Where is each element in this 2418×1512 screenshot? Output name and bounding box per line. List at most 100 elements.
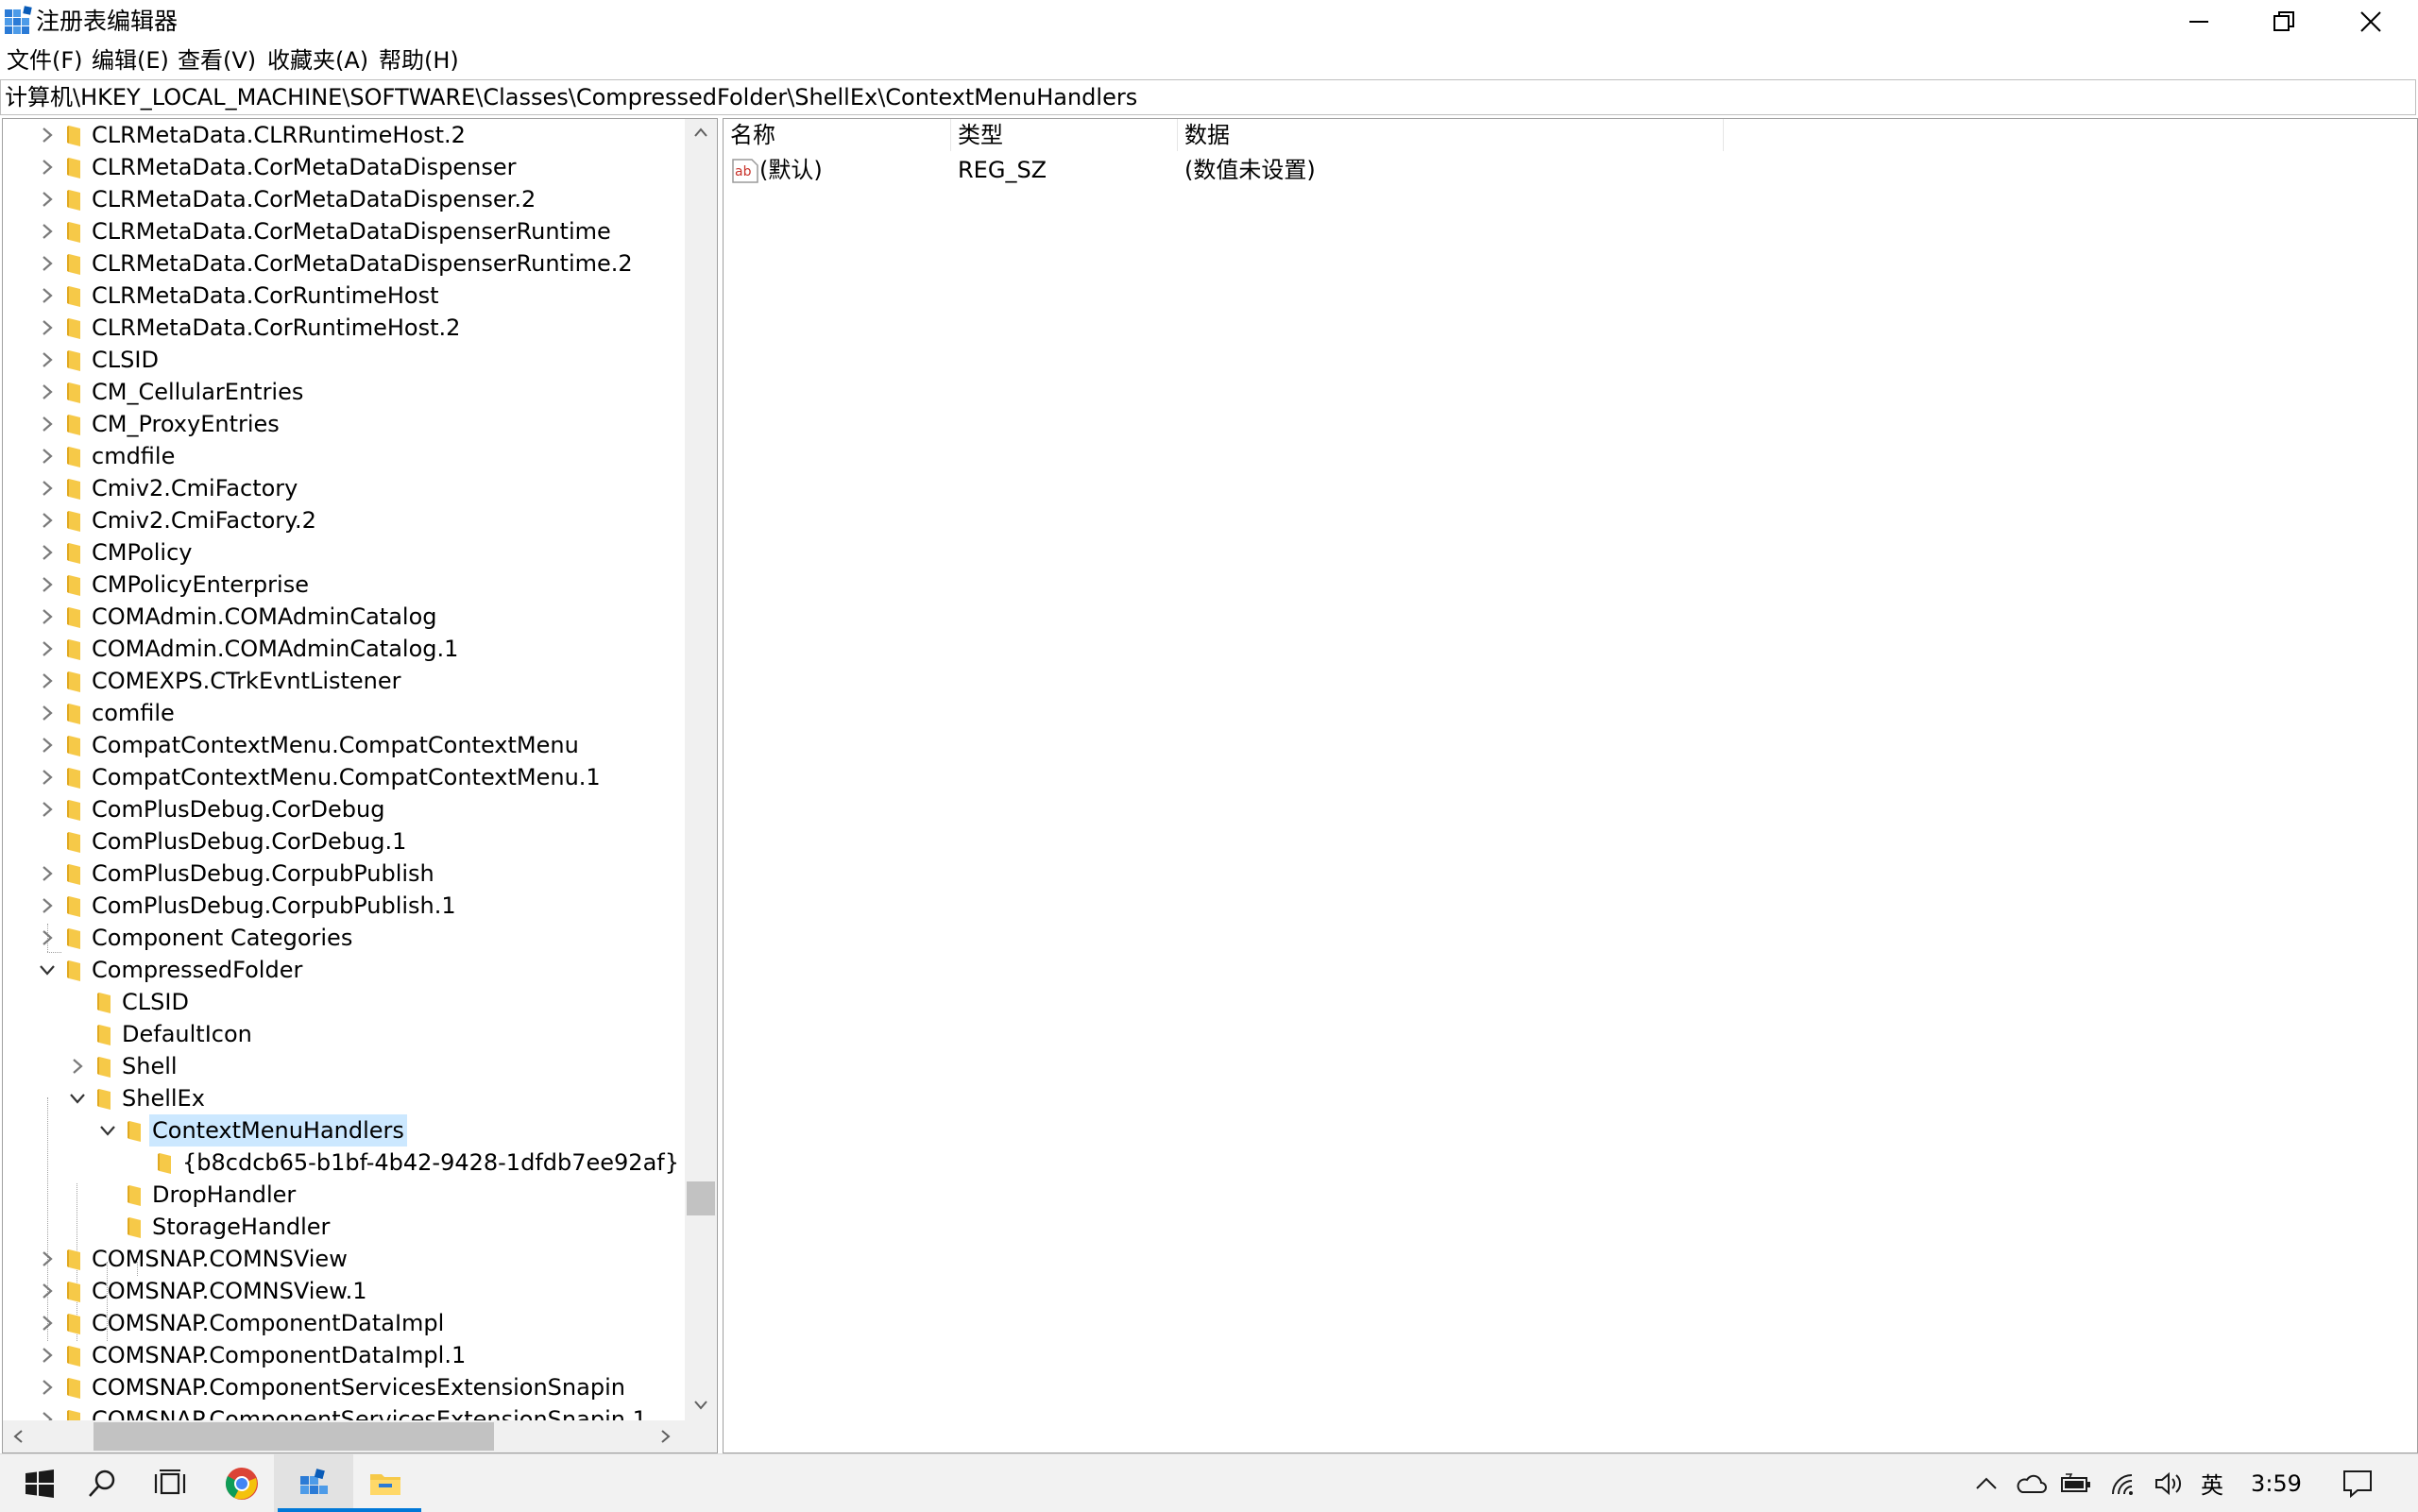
chevron-down-icon[interactable] — [68, 1089, 87, 1108]
tree-item[interactable]: cmdfile — [3, 440, 685, 472]
chevron-right-icon[interactable] — [38, 318, 57, 337]
menu-help[interactable]: 帮助(H) — [379, 44, 459, 76]
chevron-right-icon[interactable] — [38, 190, 57, 209]
tree-vertical-scroll-thumb[interactable] — [687, 1181, 715, 1215]
tree-item[interactable]: COMAdmin.COMAdminCatalog — [3, 601, 685, 633]
tree-item[interactable]: Cmiv2.CmiFactory — [3, 472, 685, 504]
restore-button[interactable] — [2240, 0, 2327, 43]
chevron-right-icon[interactable] — [38, 896, 57, 915]
chevron-right-icon[interactable] — [38, 575, 57, 594]
chevron-right-icon[interactable] — [38, 864, 57, 883]
taskbar-app-file-explorer[interactable] — [346, 1454, 425, 1512]
chevron-right-icon[interactable] — [38, 768, 57, 787]
scroll-up-icon[interactable] — [693, 127, 708, 138]
address-path[interactable]: 计算机\HKEY_LOCAL_MACHINE\SOFTWARE\Classes\… — [5, 80, 1137, 114]
tree-item[interactable]: ComPlusDebug.CorpubPublish — [3, 858, 685, 890]
tree-horizontal-scroll-thumb[interactable] — [94, 1422, 494, 1451]
scroll-down-icon[interactable] — [693, 1400, 708, 1411]
tree-item[interactable]: COMAdmin.COMAdminCatalog.1 — [3, 633, 685, 665]
tree-item[interactable]: ContextMenuHandlers — [3, 1114, 685, 1147]
menu-favorites[interactable]: 收藏夹(A) — [267, 44, 368, 76]
tree-item[interactable]: CLRMetaData.CorMetaDataDispenserRuntime — [3, 215, 685, 247]
chevron-down-icon[interactable] — [38, 960, 57, 979]
column-header-data[interactable]: 数据 — [1178, 119, 1724, 151]
chevron-right-icon[interactable] — [38, 1378, 57, 1397]
scroll-left-icon[interactable] — [12, 1429, 24, 1444]
chevron-right-icon[interactable] — [38, 350, 57, 369]
tree-item[interactable]: CLRMetaData.CorMetaDataDispenser — [3, 151, 685, 183]
tree-item[interactable]: ShellEx — [3, 1082, 685, 1114]
menu-file[interactable]: 文件(F) — [7, 44, 83, 76]
tree-item[interactable]: CLRMetaData.CLRRuntimeHost.2 — [3, 119, 685, 151]
tree-item[interactable]: CM_CellularEntries — [3, 376, 685, 408]
chevron-right-icon[interactable] — [38, 126, 57, 144]
chevron-right-icon[interactable] — [38, 382, 57, 401]
tree-item[interactable]: Shell — [3, 1050, 685, 1082]
tree-item[interactable]: CompatContextMenu.CompatContextMenu.1 — [3, 761, 685, 793]
tree-item[interactable]: COMSNAP.COMNSView — [3, 1243, 685, 1275]
tree-item[interactable]: COMEXPS.CTrkEvntListener — [3, 665, 685, 697]
chevron-right-icon[interactable] — [38, 736, 57, 755]
menu-edit[interactable]: 编辑(E) — [92, 44, 169, 76]
tree-item[interactable]: CLRMetaData.CorMetaDataDispenser.2 — [3, 183, 685, 215]
chevron-right-icon[interactable] — [38, 1346, 57, 1365]
tree-item[interactable]: CMPolicy — [3, 536, 685, 569]
chevron-right-icon[interactable] — [38, 1410, 57, 1420]
chevron-right-icon[interactable] — [38, 1282, 57, 1300]
volume-tray[interactable] — [2150, 1454, 2188, 1512]
wifi-tray[interactable] — [2104, 1454, 2142, 1512]
tree-horizontal-scrollbar[interactable] — [3, 1420, 685, 1453]
tree-item[interactable]: DropHandler — [3, 1179, 685, 1211]
tree-item[interactable]: CompressedFolder — [3, 954, 685, 986]
battery-tray[interactable] — [2057, 1454, 2095, 1512]
tree-item[interactable]: {b8cdcb65-b1bf-4b42-9428-1dfdb7ee92af} — [3, 1147, 685, 1179]
scroll-right-icon[interactable] — [660, 1429, 672, 1444]
onedrive-tray[interactable] — [2012, 1454, 2050, 1512]
show-hidden-icons-button[interactable] — [1970, 1454, 2002, 1512]
value-row[interactable]: ab (默认) REG_SZ (数值未设置) — [724, 154, 2046, 186]
minimize-button[interactable] — [2155, 0, 2242, 43]
chevron-right-icon[interactable] — [38, 222, 57, 241]
column-header-type[interactable]: 类型 — [951, 119, 1178, 151]
task-view-button[interactable] — [130, 1454, 210, 1512]
chevron-right-icon[interactable] — [38, 928, 57, 947]
chevron-right-icon[interactable] — [68, 1057, 87, 1076]
chevron-right-icon[interactable] — [38, 415, 57, 433]
tree-item[interactable]: COMSNAP.ComponentServicesExtensionSnapin — [3, 1371, 685, 1403]
tree-item[interactable]: CLSID — [3, 344, 685, 376]
chevron-right-icon[interactable] — [38, 800, 57, 819]
chevron-down-icon[interactable] — [98, 1121, 117, 1140]
tree-item[interactable]: CLRMetaData.CorMetaDataDispenserRuntime.… — [3, 247, 685, 280]
tree-item[interactable]: StorageHandler — [3, 1211, 685, 1243]
tree-item[interactable]: CLSID — [3, 986, 685, 1018]
chevron-right-icon[interactable] — [38, 607, 57, 626]
address-bar[interactable]: 计算机\HKEY_LOCAL_MACHINE\SOFTWARE\Classes\… — [0, 79, 2416, 115]
tree-item[interactable]: ComPlusDebug.CorpubPublish.1 — [3, 890, 685, 922]
tree-item[interactable]: CLRMetaData.CorRuntimeHost — [3, 280, 685, 312]
close-button[interactable] — [2327, 0, 2414, 43]
tree-item[interactable]: COMSNAP.ComponentDataImpl.1 — [3, 1339, 685, 1371]
chevron-right-icon[interactable] — [38, 1314, 57, 1333]
chevron-right-icon[interactable] — [38, 671, 57, 690]
tree-item[interactable]: comfile — [3, 697, 685, 729]
tree-item[interactable]: CompatContextMenu.CompatContextMenu — [3, 729, 685, 761]
tree-item[interactable]: COMSNAP.COMNSView.1 — [3, 1275, 685, 1307]
tree-item[interactable]: DefaultIcon — [3, 1018, 685, 1050]
chevron-right-icon[interactable] — [38, 511, 57, 530]
taskbar-app-chrome[interactable] — [202, 1454, 281, 1512]
tree-item[interactable]: COMSNAP.ComponentDataImpl — [3, 1307, 685, 1339]
chevron-right-icon[interactable] — [38, 1249, 57, 1268]
ime-indicator[interactable]: 英 — [2193, 1454, 2231, 1512]
action-center-button[interactable] — [2333, 1454, 2382, 1512]
chevron-right-icon[interactable] — [38, 447, 57, 466]
tree-item[interactable]: CMPolicyEnterprise — [3, 569, 685, 601]
chevron-right-icon[interactable] — [38, 704, 57, 722]
menu-view[interactable]: 查看(V) — [178, 44, 256, 76]
tree-item[interactable]: COMSNAP.ComponentServicesExtensionSnapin… — [3, 1403, 685, 1420]
tree-item[interactable]: ComPlusDebug.CorDebug — [3, 793, 685, 825]
chevron-right-icon[interactable] — [38, 639, 57, 658]
chevron-right-icon[interactable] — [38, 543, 57, 562]
chevron-right-icon[interactable] — [38, 479, 57, 498]
clock[interactable]: 3:59 — [2239, 1454, 2314, 1512]
chevron-right-icon[interactable] — [38, 254, 57, 273]
